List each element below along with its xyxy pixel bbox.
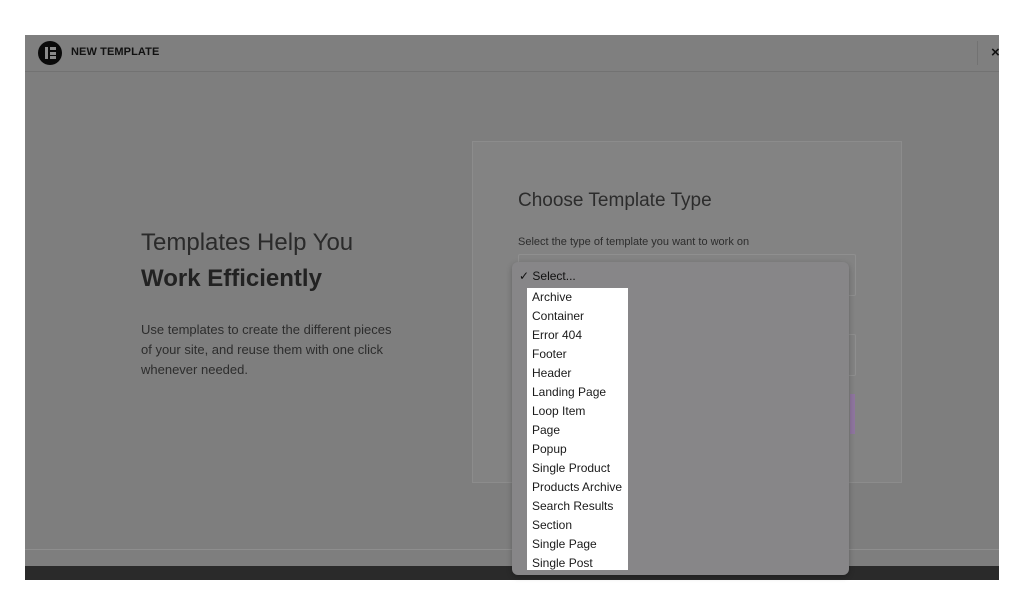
- card-subtitle: Select the type of template you want to …: [518, 236, 750, 248]
- headline-line-1: Templates Help You: [141, 229, 354, 256]
- dropdown-option[interactable]: Archive: [527, 288, 628, 307]
- headline-line-2: Work Efficiently: [141, 265, 322, 292]
- dropdown-option[interactable]: Search Results: [527, 497, 628, 516]
- modal-title: NEW TEMPLATE: [71, 46, 160, 58]
- dropdown-option[interactable]: Single Post: [527, 554, 628, 573]
- dropdown-option[interactable]: Loop Item: [527, 402, 628, 421]
- modal-header: NEW TEMPLATE ×: [25, 35, 999, 72]
- create-template-button[interactable]: [850, 394, 855, 434]
- intro-description: Use templates to create the different pi…: [141, 322, 392, 377]
- template-type-dropdown[interactable]: ✓ Select... Archive Container Error 404 Foo…: [512, 262, 849, 575]
- dropdown-option[interactable]: Products Archive: [527, 478, 628, 497]
- dropdown-selected-option[interactable]: ✓ Select...: [519, 269, 576, 283]
- intro-headline: Templates Help You Work Efficiently: [141, 225, 353, 297]
- close-icon: ×: [991, 44, 999, 61]
- close-button[interactable]: ×: [977, 41, 999, 65]
- dropdown-option[interactable]: Popup: [527, 440, 628, 459]
- elementor-logo-icon: [38, 41, 62, 65]
- dropdown-option[interactable]: Page: [527, 421, 628, 440]
- dropdown-option[interactable]: Header: [527, 364, 628, 383]
- dropdown-option[interactable]: Error 404: [527, 326, 628, 345]
- dropdown-option[interactable]: Landing Page: [527, 383, 628, 402]
- dropdown-options-list: Archive Container Error 404 Footer Header Lan…: [527, 288, 628, 570]
- dropdown-option[interactable]: Section: [527, 516, 628, 535]
- dropdown-option[interactable]: Footer: [527, 345, 628, 364]
- dropdown-option[interactable]: Single Page: [527, 535, 628, 554]
- dropdown-option[interactable]: Single Product: [527, 459, 628, 478]
- dropdown-option[interactable]: Container: [527, 307, 628, 326]
- card-title: Choose Template Type: [518, 190, 712, 211]
